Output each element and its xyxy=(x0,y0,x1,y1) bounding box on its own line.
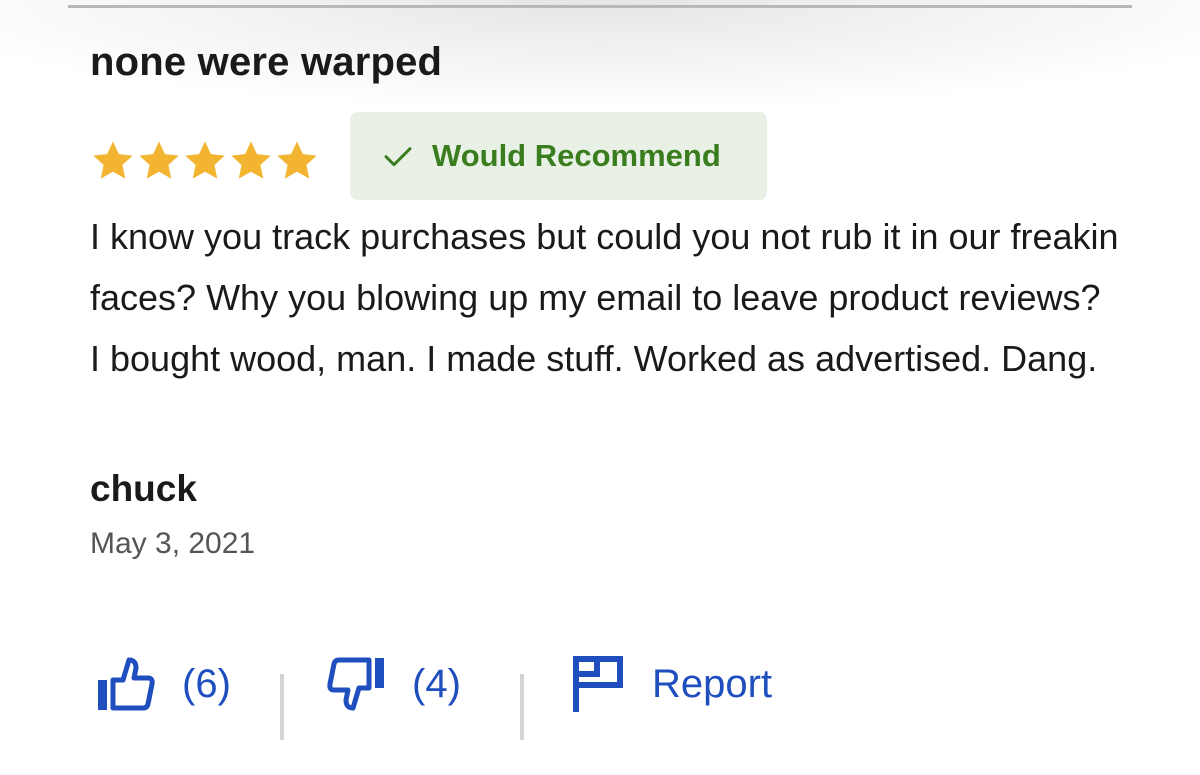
review-actions: (6) (4) Report xyxy=(0,640,1200,750)
review-author: chuck xyxy=(90,468,197,509)
star-icon xyxy=(185,141,225,179)
check-icon xyxy=(384,147,412,167)
thumbs-down-icon xyxy=(327,657,384,711)
review-title: none were warped xyxy=(90,40,443,84)
helpful-button[interactable]: (6) xyxy=(96,654,231,714)
flag-icon xyxy=(573,656,623,712)
top-divider xyxy=(68,5,1132,8)
star-icon xyxy=(231,141,271,179)
star-icon xyxy=(93,141,133,179)
star-icon xyxy=(277,141,317,179)
report-button[interactable]: Report xyxy=(570,654,772,714)
would-recommend-badge: Would Recommend xyxy=(350,112,767,200)
action-separator xyxy=(280,674,284,740)
helpful-count: (6) xyxy=(182,661,231,706)
not-helpful-button[interactable]: (4) xyxy=(326,654,461,714)
review-date: May 3, 2021 xyxy=(90,527,256,560)
report-label: Report xyxy=(652,661,773,706)
action-separator xyxy=(520,674,524,740)
review-body: I know you track purchases but could you… xyxy=(90,216,1119,379)
star-icon xyxy=(139,141,179,179)
star-rating xyxy=(90,138,320,184)
recommend-label: Would Recommend xyxy=(432,138,721,173)
not-helpful-count: (4) xyxy=(412,661,461,706)
thumbs-up-icon xyxy=(98,657,155,711)
